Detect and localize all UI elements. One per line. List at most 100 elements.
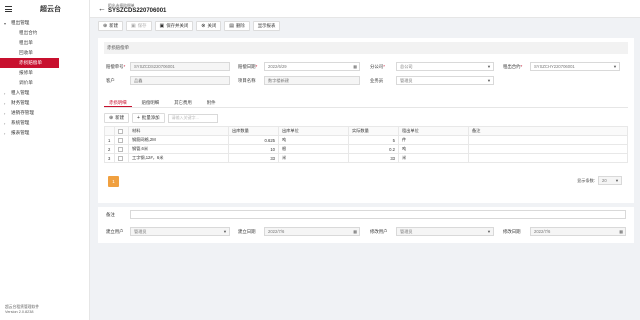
cell-out-unit[interactable]: 吨 [278, 135, 349, 145]
print-report-button[interactable]: 显示报表 [252, 21, 281, 31]
row-number: 1 [104, 135, 115, 145]
contract-label: 租出合约* [503, 64, 523, 69]
sidebar-header: 超云台 [0, 0, 89, 18]
save-icon: ▣ [159, 23, 165, 29]
cell-unit[interactable]: 吨 [398, 144, 469, 154]
page-size-select[interactable]: 20 ▼ [598, 176, 622, 185]
tab-other-fees[interactable]: 其它费用 [169, 98, 197, 107]
tab-attachments[interactable]: 附件 [202, 98, 221, 107]
main-content: ← 租出赤损赔偿单 SYSZCDS220706001 ⊕ 新建 ▣ 保存 ▣ 保存并关… [90, 0, 640, 320]
row-checkbox[interactable] [114, 135, 129, 145]
save-button[interactable]: ▣ 保存 [126, 21, 152, 31]
sidebar-group-rent-in[interactable]: › 租入管理 [0, 88, 89, 98]
sidebar-group-inventory[interactable]: › 进销存管理 [0, 108, 89, 118]
title-block: 租出赤损赔偿单 SYSZCDS220706001 [108, 4, 166, 14]
sidebar-group-label: 租入管理 [11, 90, 30, 95]
cell-material[interactable]: 钢管,6米 [128, 144, 229, 154]
new-button[interactable]: ⊕ 新建 [98, 21, 123, 31]
form-row-2: 客户 品鑫 项目名称 数字楼新建 业务员 管理员 ▼ [98, 76, 634, 86]
save-close-button[interactable]: ▣ 保存并关闭 [154, 21, 194, 31]
cell-material[interactable]: 工字钢,12#，6米 [128, 153, 229, 163]
cell-actual-qty[interactable]: 0.2 [348, 144, 399, 154]
column-header-out-qty[interactable]: 出库数量 [228, 126, 279, 136]
detail-tabs: 赤损明细 赔偿明细 其它费用 附件 [104, 98, 628, 108]
add-row-button[interactable]: ⊕ 新建 [104, 113, 129, 123]
cell-material[interactable]: 钢筋网格,2M [128, 135, 229, 145]
cell-out-unit[interactable]: 米 [278, 153, 349, 163]
column-header-actual-qty[interactable]: 实际数量 [348, 126, 399, 136]
row-number: 2 [104, 144, 115, 154]
modifier-label: 修改用户 [370, 229, 388, 234]
cell-out-qty[interactable]: 33 [228, 153, 279, 163]
sidebar-item-damage-compensation[interactable]: 赤损赔偿单 [0, 58, 59, 68]
doc-no-field: SYSZCDS220706001 [130, 62, 230, 71]
chevron-down-icon: ▾ [4, 20, 7, 26]
search-input[interactable]: 请输入关键字... [167, 113, 218, 123]
customer-label: 客户 [106, 78, 115, 83]
chevron-right-icon: › [4, 90, 6, 96]
cell-out-qty[interactable]: 10 [228, 144, 279, 154]
column-header-material[interactable]: 材料 [128, 126, 229, 136]
contract-select[interactable]: SYSZCHY220706001 ▼ [530, 62, 620, 71]
cell-actual-qty[interactable]: 33 [348, 153, 399, 163]
calendar-icon[interactable]: ▦ [353, 64, 357, 69]
salesman-label: 业务员 [370, 78, 384, 83]
cell-remark[interactable] [468, 153, 628, 163]
software-version: Version 2.0.8238 [5, 310, 34, 314]
column-header-unit[interactable]: 租出单位 [398, 126, 469, 136]
sidebar-group-system[interactable]: › 系统管理 [0, 118, 89, 128]
company-label: 分公司* [370, 64, 385, 69]
row-number: 3 [104, 153, 115, 163]
salesman-select[interactable]: 管理员 ▼ [396, 76, 494, 85]
sidebar-item-price-adjust[interactable]: 调价单 [0, 78, 89, 88]
sidebar-item-contract[interactable]: 租出合约 [0, 28, 89, 38]
column-header-remark[interactable]: 备注 [468, 126, 628, 136]
cell-remark[interactable] [468, 135, 628, 145]
calendar-icon: ▦ [353, 229, 357, 234]
audit-row: 建立用户 管理员 ▼ 建立日期 2022/7/6 ▦ 修改用户 管理员 ▼ 修改日期 … [98, 227, 634, 237]
sidebar-item-repair-order[interactable]: 报修单 [0, 68, 89, 78]
close-button[interactable]: ⊗ 关闭 [196, 21, 222, 31]
cell-remark[interactable] [468, 144, 628, 154]
row-checkbox[interactable] [114, 144, 129, 154]
column-header-out-unit[interactable]: 出库单位 [278, 126, 349, 136]
cell-actual-qty[interactable]: 5 [348, 135, 399, 145]
back-arrow-icon[interactable]: ← [98, 4, 108, 13]
creator-field: 管理员 ▼ [130, 227, 230, 236]
audit-form-card: 备注 建立用户 管理员 ▼ 建立日期 2022/7/6 ▦ 修改用户 管理员 ▼ 修改… [98, 207, 634, 243]
delete-button[interactable]: ▤ 删除 [224, 21, 250, 31]
select-all-checkbox[interactable] [114, 126, 129, 136]
sidebar-group-reports[interactable]: › 报表管理 [0, 128, 89, 138]
save-icon: ▣ [131, 23, 136, 29]
sidebar-group-label: 租出管理 [11, 20, 30, 25]
tab-damage-detail[interactable]: 赤损明细 [104, 98, 132, 107]
page-title: SYSZCDS220706001 [108, 7, 167, 14]
tab-compensation-detail[interactable]: 赔偿明细 [137, 98, 165, 107]
sidebar-group-label: 系统管理 [11, 120, 30, 125]
section-title: 赤损赔偿单 [104, 42, 628, 54]
hamburger-menu-icon[interactable] [5, 6, 12, 12]
sidebar: 超云台 ▾ 租出管理 租出合约 租出单 回收单 赤损赔偿单 报修单 调价单 › … [0, 0, 90, 320]
calendar-icon: ▦ [619, 229, 623, 234]
batch-add-button[interactable]: + 批量添加 [132, 113, 165, 123]
cell-out-qty[interactable]: 0.625 [228, 135, 279, 145]
cell-unit[interactable]: 件 [398, 135, 469, 145]
page-size-control: 显示条数: 20 ▼ [577, 176, 622, 185]
remark-input[interactable] [130, 210, 626, 219]
caret-down-icon: ▼ [615, 178, 619, 183]
table-row[interactable]: 2 钢管,6米 10 根 0.2 吨 [104, 144, 628, 154]
table-row[interactable]: 1 钢筋网格,2M 0.625 吨 5 件 [104, 135, 628, 145]
cell-out-unit[interactable]: 根 [278, 144, 349, 154]
sidebar-group-rent-out[interactable]: ▾ 租出管理 [0, 18, 89, 28]
cell-unit[interactable]: 米 [398, 153, 469, 163]
pagination-page-button[interactable]: 1 [108, 176, 119, 187]
sidebar-group-finance[interactable]: › 财务管理 [0, 98, 89, 108]
date-field[interactable]: 2022/6/29 ▦ [264, 62, 360, 71]
row-checkbox[interactable] [114, 153, 129, 163]
page-size-label: 显示条数: [577, 177, 595, 183]
table-row[interactable]: 3 工字钢,12#，6米 33 米 33 米 [104, 153, 628, 163]
sidebar-item-rent-out-order[interactable]: 租出单 [0, 38, 89, 48]
company-select[interactable]: 总公司 ▼ [396, 62, 494, 71]
sidebar-item-recycle-order[interactable]: 回收单 [0, 48, 89, 58]
close-circle-icon: ⊗ [201, 23, 206, 29]
